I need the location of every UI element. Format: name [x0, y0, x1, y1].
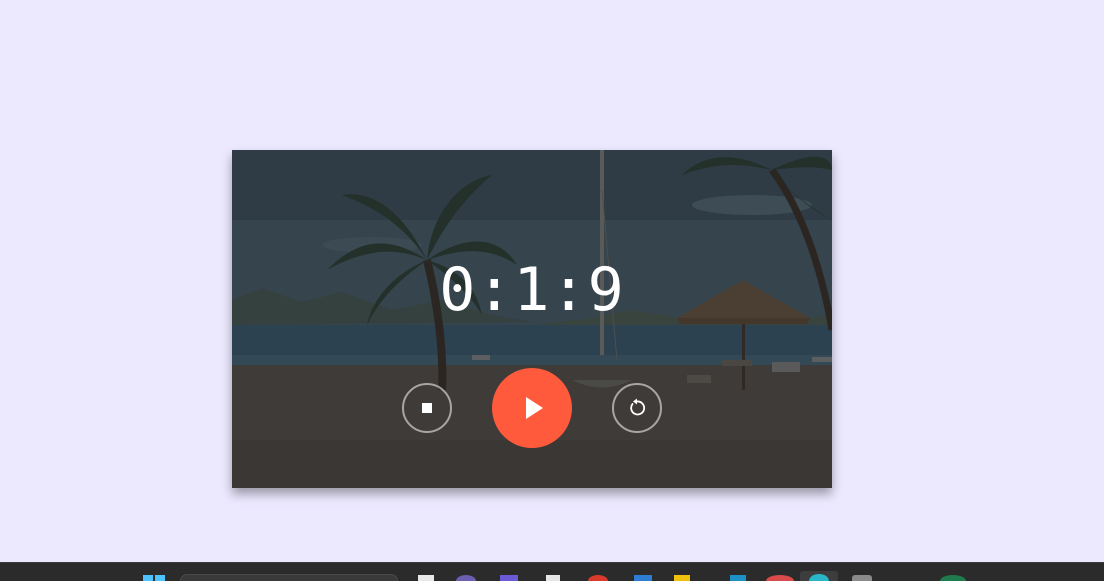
timer-card: 0:1:9	[232, 150, 832, 488]
page: 0:1:9	[0, 0, 1104, 581]
app-icon[interactable]	[766, 575, 794, 581]
app-icon[interactable]	[546, 575, 560, 581]
play-icon	[526, 397, 543, 419]
app-icon[interactable]	[852, 575, 872, 581]
stop-button[interactable]	[402, 383, 452, 433]
play-button[interactable]	[492, 368, 572, 448]
app-icon[interactable]	[500, 575, 518, 581]
app-icon[interactable]	[940, 575, 966, 581]
reset-icon	[630, 398, 646, 416]
taskbar	[0, 562, 1104, 581]
app-icon[interactable]	[730, 575, 746, 581]
stop-icon	[422, 403, 432, 413]
timer-display: 0:1:9	[439, 255, 625, 325]
app-icon[interactable]	[800, 571, 838, 581]
app-icon[interactable]	[588, 575, 608, 581]
reset-button[interactable]	[612, 383, 662, 433]
app-icon[interactable]	[634, 575, 652, 581]
app-icon[interactable]	[418, 575, 434, 581]
app-icon[interactable]	[674, 575, 690, 581]
app-icon[interactable]	[456, 575, 476, 581]
windows-start-icon[interactable]	[143, 575, 165, 581]
taskbar-search-box[interactable]	[180, 574, 398, 581]
timer-controls	[232, 368, 832, 448]
